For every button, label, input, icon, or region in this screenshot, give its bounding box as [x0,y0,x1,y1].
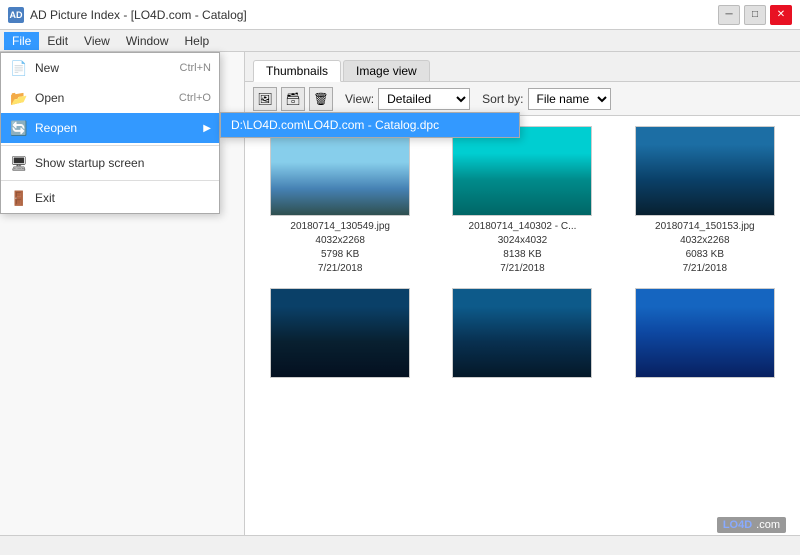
thumb-date-0: 7/21/2018 [290,262,390,276]
menu-item-exit[interactable]: 🚪 Exit [1,183,219,213]
maximize-button[interactable]: □ [744,5,766,25]
thumb-item-2[interactable]: 20180714_150153.jpg 4032x2268 6083 KB 7/… [620,126,790,276]
thumb-dimensions-2: 4032x2268 [655,234,755,248]
thumb-item-3[interactable] [255,288,425,382]
tab-thumbnails[interactable]: Thumbnails [253,60,341,82]
tab-thumbnails-label: Thumbnails [266,64,328,78]
minimize-button[interactable]: ─ [718,5,740,25]
window-title-left: AD AD Picture Index - [LO4D.com - Catalo… [8,7,247,23]
thumb-date-1: 7/21/2018 [469,262,577,276]
reopen-icon: 🔄 [9,118,29,138]
thumb-filename-2: 20180714_150153.jpg [655,220,755,234]
close-button[interactable]: ✕ [770,5,792,25]
thumb-filename-1: 20180714_140302 - C... [469,220,577,234]
sort-label: Sort by: [482,92,523,106]
app-icon: AD [8,7,24,23]
window-controls: ─ □ ✕ [718,5,792,25]
open-shortcut: Ctrl+O [179,92,211,104]
thumb-image-3 [270,288,410,378]
new-label: New [35,61,59,75]
view-label: View: [345,92,374,106]
open-icon: 📂 [9,88,29,108]
thumb-size-2: 6083 KB [655,248,755,262]
thumb-size-0: 5798 KB [290,248,390,262]
menu-item-startup[interactable]: 🖥 Show startup screen [1,148,219,178]
thumb-date-2: 7/21/2018 [655,262,755,276]
new-shortcut: Ctrl+N [180,62,211,74]
menu-item-new[interactable]: 📄 New Ctrl+N [1,53,219,83]
title-bar: AD AD Picture Index - [LO4D.com - Catalo… [0,0,800,30]
thumb-item-0[interactable]: 20180714_130549.jpg 4032x2268 5798 KB 7/… [255,126,425,276]
exit-label: Exit [35,191,55,205]
menu-edit[interactable]: Edit [39,32,76,50]
toolbar-icon-3: 🗑 [313,92,328,106]
menu-file[interactable]: File [4,32,39,50]
file-dropdown-menu: 📄 New Ctrl+N 📂 Open Ctrl+O 🔄 Reopen ▶ D:… [0,52,220,214]
sort-select[interactable]: File name Date Size Type [528,88,611,110]
toolbar-btn-1[interactable]: 🖼 [253,87,277,111]
thumb-image-2 [635,126,775,216]
open-label: Open [35,91,64,105]
watermark-logo: LO4D [723,519,752,531]
menu-view[interactable]: View [76,32,118,50]
thumb-image-4 [452,288,592,378]
watermark-dot: .com [756,519,780,531]
thumb-image-1 [452,126,592,216]
window-title: AD Picture Index - [LO4D.com - Catalog] [30,8,247,22]
thumb-image-5 [635,288,775,378]
toolbar-icon-1: 🖼 [257,92,272,106]
reopen-submenu: D:\LO4D.com\LO4D.com - Catalog.dpc [220,112,520,138]
thumb-info-1: 20180714_140302 - C... 3024x4032 8138 KB… [469,220,577,276]
tabs-bar: Thumbnails Image view [245,52,800,82]
submenu-item-catalog[interactable]: D:\LO4D.com\LO4D.com - Catalog.dpc [221,113,519,137]
menu-help[interactable]: Help [177,32,218,50]
thumb-filename-0: 20180714_130549.jpg [290,220,390,234]
toolbar-btn-3[interactable]: 🗑 [309,87,333,111]
submenu-catalog-path: D:\LO4D.com\LO4D.com - Catalog.dpc [231,118,439,132]
thumb-info-2: 20180714_150153.jpg 4032x2268 6083 KB 7/… [655,220,755,276]
menu-item-reopen[interactable]: 🔄 Reopen ▶ D:\LO4D.com\LO4D.com - Catalo… [1,113,219,143]
toolbar-icon-2: 🗃 [285,92,300,106]
menu-bar: File Edit View Window Help [0,30,800,52]
thumb-item-5[interactable] [620,288,790,382]
startup-icon: 🖥 [9,153,29,173]
tab-imageview-label: Image view [356,64,417,78]
reopen-arrow: ▶ [203,123,211,134]
startup-label: Show startup screen [35,156,144,170]
thumbnails-grid: 20180714_130549.jpg 4032x2268 5798 KB 7/… [245,116,800,535]
tab-imageview[interactable]: Image view [343,60,430,81]
menu-window[interactable]: Window [118,32,177,50]
thumb-dimensions-1: 3024x4032 [469,234,577,248]
watermark: LO4D .com [717,517,786,533]
thumb-dimensions-0: 4032x2268 [290,234,390,248]
toolbar-btn-2[interactable]: 🗃 [281,87,305,111]
thumb-size-1: 8138 KB [469,248,577,262]
thumb-info-0: 20180714_130549.jpg 4032x2268 5798 KB 7/… [290,220,390,276]
thumb-item-1[interactable]: 20180714_140302 - C... 3024x4032 8138 KB… [437,126,607,276]
thumb-item-4[interactable] [437,288,607,382]
exit-icon: 🚪 [9,188,29,208]
reopen-label: Reopen [35,121,77,135]
menu-separator-2 [1,180,219,181]
menu-separator-1 [1,145,219,146]
new-icon: 📄 [9,58,29,78]
view-select[interactable]: Detailed Small icons Icons List [378,88,470,110]
menu-item-open[interactable]: 📂 Open Ctrl+O [1,83,219,113]
content-toolbar: 🖼 🗃 🗑 View: Detailed Small icons Icons L… [245,82,800,116]
status-bar [0,535,800,555]
thumb-image-0 [270,126,410,216]
